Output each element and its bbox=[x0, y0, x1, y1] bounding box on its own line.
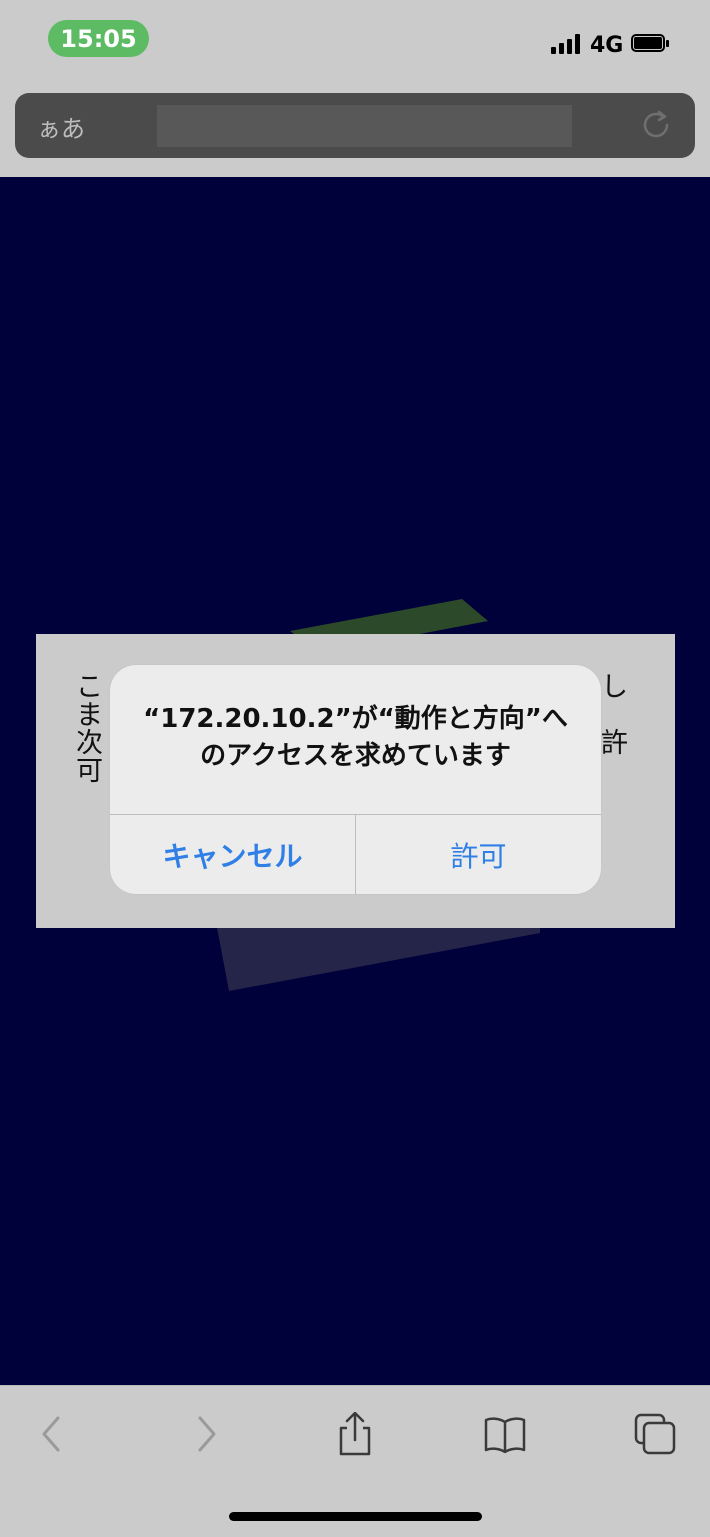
panel-line bbox=[601, 702, 628, 730]
battery-icon bbox=[631, 34, 669, 54]
back-icon[interactable] bbox=[30, 1412, 74, 1456]
browser-top-bar: ぁあ bbox=[0, 80, 710, 177]
panel-line: し bbox=[601, 672, 628, 703]
address-bar[interactable]: ぁあ bbox=[15, 93, 695, 158]
permission-alert: “172.20.10.2”が“動作と方向”へのアクセスを求めています キャンセル… bbox=[110, 665, 601, 894]
forward-icon[interactable] bbox=[184, 1412, 228, 1456]
panel-text-right: し 許 bbox=[601, 674, 628, 758]
tabs-icon[interactable] bbox=[633, 1412, 677, 1456]
time-indicator: 15:05 bbox=[48, 20, 149, 57]
alert-title: “172.20.10.2”が“動作と方向”へのアクセスを求めています bbox=[143, 704, 568, 771]
allow-button[interactable]: 許可 bbox=[356, 815, 601, 894]
panel-line: 許 bbox=[601, 728, 628, 759]
text-size-button[interactable]: ぁあ bbox=[37, 109, 85, 144]
network-type: 4G bbox=[590, 33, 624, 58]
share-icon[interactable] bbox=[333, 1412, 377, 1456]
status-bar: 15:05 4G bbox=[0, 0, 710, 80]
signal-icon bbox=[551, 34, 583, 54]
bookmarks-icon[interactable] bbox=[483, 1412, 527, 1456]
cancel-button[interactable]: キャンセル bbox=[110, 815, 355, 894]
home-indicator bbox=[229, 1512, 482, 1521]
url-field[interactable] bbox=[157, 105, 572, 147]
reload-icon[interactable] bbox=[639, 108, 673, 142]
